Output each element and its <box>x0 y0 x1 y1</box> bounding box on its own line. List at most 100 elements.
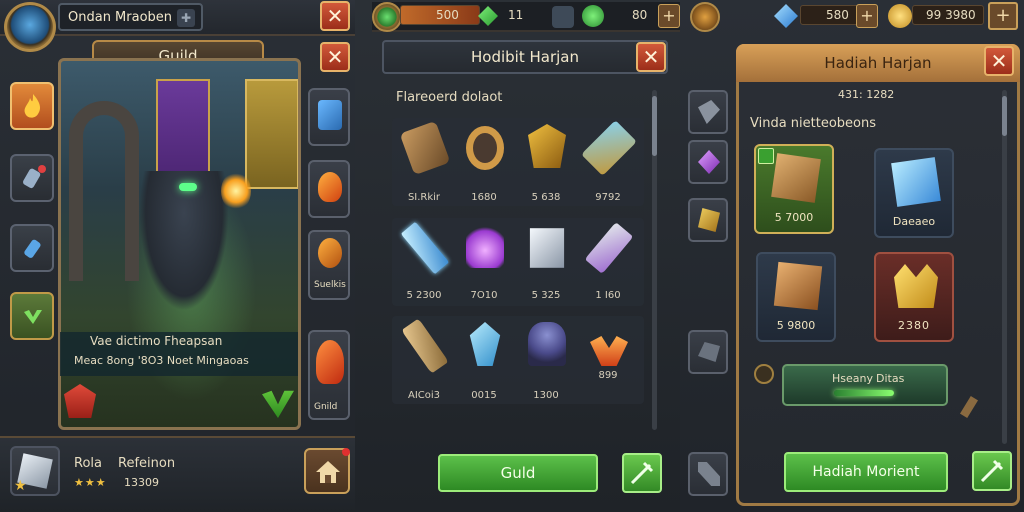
reward-card-4[interactable]: 2380 <box>874 252 954 342</box>
hadiah-main-button-label: Hadiah Morient <box>812 464 920 480</box>
reward-card-value: 2380 <box>898 319 930 332</box>
rail-tool-button[interactable] <box>688 452 728 496</box>
shield-gold-icon <box>528 124 566 168</box>
guild-button[interactable]: Guld <box>438 454 598 492</box>
green-arrow-icon <box>834 390 894 396</box>
rail-gold-button[interactable] <box>688 198 728 242</box>
gold-ore-icon <box>698 208 720 232</box>
hadiah-main-button[interactable]: Hadiah Morient <box>784 452 948 492</box>
hadiah-title-bar: Hadiah Harjan <box>736 44 1020 82</box>
item-label: 1 I60 <box>595 290 621 301</box>
rail-amber-item[interactable]: Suelkis <box>308 230 350 300</box>
hadiah-title: Hadiah Harjan <box>824 54 932 72</box>
home-button[interactable] <box>304 448 350 494</box>
add-gem-button[interactable]: + <box>856 4 878 28</box>
purple-crystal-icon <box>698 150 720 174</box>
blue-cube-icon <box>891 157 941 207</box>
add-gold-button[interactable]: + <box>988 2 1018 30</box>
fire-wings-icon <box>590 336 628 366</box>
item-blue-crystal[interactable] <box>458 318 512 376</box>
star-badge-icon: ★ <box>14 478 27 494</box>
right-value: 80 <box>632 8 648 22</box>
sword-action-button[interactable] <box>622 453 662 493</box>
potion-icon <box>24 239 41 258</box>
mid-value: 11 <box>508 8 524 22</box>
item-crystal-dagger[interactable] <box>582 222 636 280</box>
potion-button[interactable] <box>10 224 54 272</box>
item-armor-figure[interactable] <box>520 318 574 376</box>
sword-icon <box>581 120 637 176</box>
staff-flame <box>221 171 251 211</box>
reward-card-value: 5 9800 <box>776 319 816 332</box>
item-gold-shield[interactable] <box>520 120 574 178</box>
reward-card-1[interactable]: 5 7000 <box>754 144 834 234</box>
hadiah-sword-button[interactable] <box>972 451 1012 491</box>
crystal-icon[interactable] <box>4 2 56 52</box>
player-name: Ondan Mraoben <box>68 10 173 25</box>
gem-value: 580 <box>826 8 849 22</box>
rail-purple-button[interactable] <box>688 140 728 184</box>
hadiah-close-button[interactable]: ✕ <box>984 46 1014 76</box>
gold-crown-icon <box>894 264 938 308</box>
close-button-top[interactable]: ✕ <box>320 1 350 31</box>
hodibit-close-button[interactable]: ✕ <box>636 42 666 72</box>
resource-gold-icon[interactable] <box>372 2 402 32</box>
hadiah-sword-icon <box>980 459 1004 483</box>
reward-card-value: Daeaeo <box>892 215 936 228</box>
reward-card-3[interactable]: 5 9800 <box>756 252 836 342</box>
footer-stars: ★★★ <box>74 476 107 489</box>
reward-card-value: 5 7000 <box>774 211 814 224</box>
rail-rock-button[interactable] <box>688 330 728 374</box>
shield-resource-icon <box>552 6 574 28</box>
item-label: 1680 <box>471 192 497 203</box>
rock-icon <box>698 342 720 362</box>
hadiah-scrollbar[interactable] <box>1002 90 1007 444</box>
armor-icon <box>528 322 566 366</box>
guild-button-label: Guld <box>500 464 536 482</box>
reward-pill[interactable]: Hseany Ditas <box>782 364 948 406</box>
rail-hammer-button[interactable] <box>688 90 728 134</box>
scroll-thumb[interactable] <box>652 96 657 156</box>
cube-slot[interactable]: ★ <box>10 446 60 496</box>
item-label: 899 <box>598 370 618 381</box>
item-label: AICoi3 <box>407 390 441 401</box>
home-icon <box>316 461 340 483</box>
item-silver-cube[interactable] <box>520 222 574 280</box>
item-label: 5 638 <box>531 192 561 203</box>
wooden-chest-icon <box>771 153 821 203</box>
coin-slot-icon[interactable] <box>754 364 774 384</box>
item-bone-scroll[interactable] <box>398 318 452 378</box>
rail-label-1: Suelkis <box>314 280 346 290</box>
hammer-icon <box>698 100 720 124</box>
item-purple-flame[interactable] <box>458 220 512 278</box>
hadiah-scroll-thumb[interactable] <box>1002 96 1007 136</box>
scroll-button[interactable] <box>10 154 54 202</box>
pill-label-1: Hseany <box>832 372 873 385</box>
item-bronze-ring[interactable] <box>458 122 512 180</box>
knight-eyes <box>179 183 197 191</box>
rail-feather-item[interactable] <box>308 88 350 146</box>
player-name-plate: Ondan Mraoben ✚ <box>58 3 203 31</box>
settings-icon[interactable]: ✚ <box>177 9 195 27</box>
scrollbar[interactable] <box>652 90 657 430</box>
knight-figure <box>139 171 229 311</box>
reward-card-2[interactable]: Daeaeo <box>874 148 954 238</box>
shield-button[interactable] <box>10 292 54 340</box>
pill-label-2: Ditas <box>876 372 905 385</box>
item-golden-sword[interactable] <box>581 120 637 180</box>
dagger-icon <box>584 222 634 274</box>
add-resource-button[interactable]: + <box>658 4 680 28</box>
close-button[interactable]: ✕ <box>320 42 350 72</box>
guild-panel: Ondan Mraoben ✚ ✕ Guild ✕ Vae dictimo Fh… <box>0 0 355 512</box>
rail-fire-item[interactable] <box>308 160 350 218</box>
item-ice-blade[interactable] <box>398 221 452 280</box>
fox-emblem-icon[interactable] <box>690 2 720 32</box>
fire-icon <box>318 172 342 202</box>
item-leather-scroll[interactable] <box>398 120 452 180</box>
rail-flame-item[interactable]: Gnild <box>308 330 350 420</box>
footer-value: 13309 <box>124 476 159 489</box>
fire-skill-button[interactable] <box>10 82 54 130</box>
item-label: 7O10 <box>470 290 498 301</box>
item-label: 5 325 <box>531 290 561 301</box>
flame-item-icon <box>316 340 344 384</box>
